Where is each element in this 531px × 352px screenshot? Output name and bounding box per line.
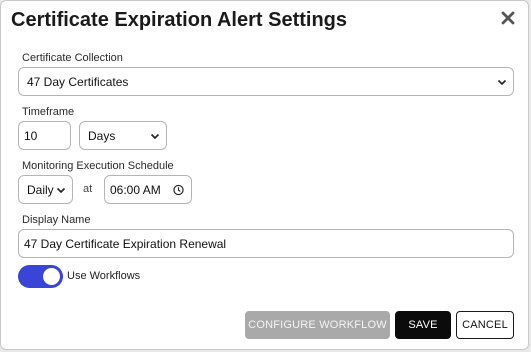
- close-button[interactable]: [497, 7, 519, 29]
- configure-workflow-button[interactable]: CONFIGURE WORKFLOW: [245, 311, 390, 339]
- display-name-label: Display Name: [22, 214, 91, 226]
- timeframe-unit-value: Days: [88, 128, 116, 143]
- use-workflows-label: Use Workflows: [67, 270, 141, 282]
- clock-icon[interactable]: [173, 184, 184, 195]
- at-label: at: [83, 183, 93, 195]
- timeframe-amount-value: 10: [24, 128, 38, 143]
- save-button[interactable]: SAVE: [395, 311, 451, 339]
- close-icon: [501, 11, 515, 25]
- chevron-down-icon: [497, 79, 507, 85]
- schedule-time-input[interactable]: 06:00 AM: [104, 175, 192, 204]
- schedule-label: Monitoring Execution Schedule: [22, 160, 174, 172]
- alert-settings-dialog: Certificate Expiration Alert Settings Ce…: [0, 0, 529, 350]
- chevron-down-icon: [56, 187, 66, 193]
- toggle-knob: [43, 268, 60, 285]
- dialog-title: Certificate Expiration Alert Settings: [11, 9, 347, 31]
- display-name-value: 47 Day Certificate Expiration Renewal: [24, 236, 227, 251]
- cancel-button[interactable]: CANCEL: [456, 311, 514, 339]
- schedule-time-value: 06:00 AM: [110, 182, 161, 197]
- schedule-frequency-value: Daily: [27, 182, 54, 197]
- collection-value: 47 Day Certificates: [27, 74, 129, 89]
- timeframe-amount-input[interactable]: 10: [18, 121, 71, 150]
- timeframe-label: Timeframe: [22, 106, 75, 118]
- display-name-input[interactable]: 47 Day Certificate Expiration Renewal: [18, 229, 514, 258]
- collection-select[interactable]: 47 Day Certificates: [18, 67, 514, 96]
- collection-label: Certificate Collection: [22, 52, 123, 64]
- chevron-down-icon: [150, 133, 160, 139]
- timeframe-unit-select[interactable]: Days: [79, 121, 167, 150]
- use-workflows-toggle[interactable]: [18, 265, 63, 288]
- schedule-frequency-select[interactable]: Daily: [18, 175, 73, 204]
